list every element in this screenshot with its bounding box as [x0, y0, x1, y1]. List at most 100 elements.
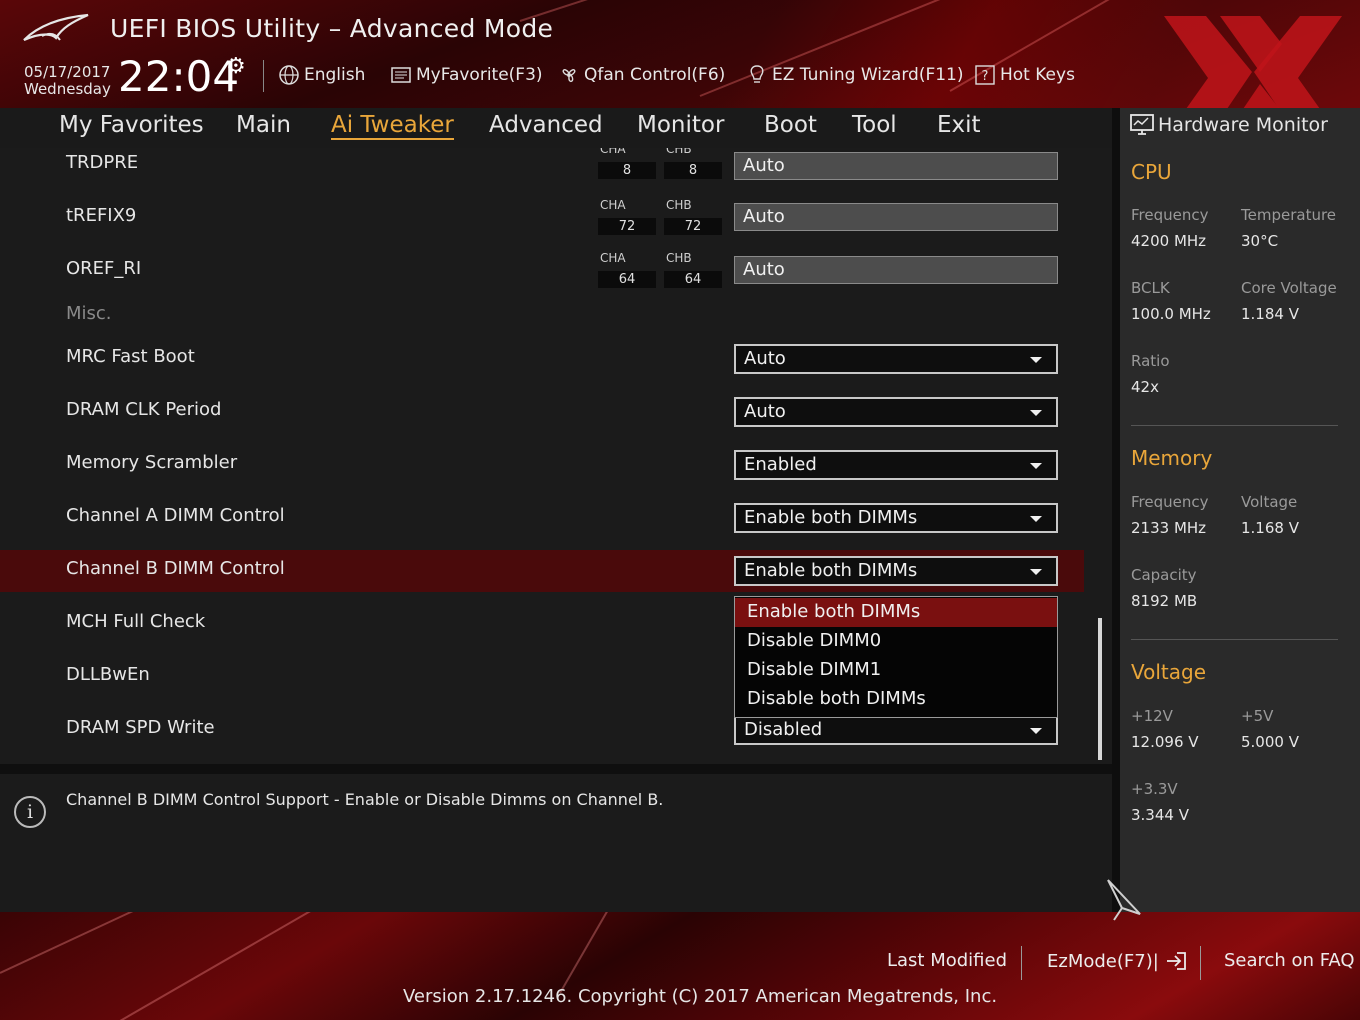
dropdown-option[interactable]: Disable both DIMMs — [735, 685, 1057, 714]
monitor-icon — [1130, 114, 1154, 135]
cha-readout: CHA 8 — [598, 148, 656, 180]
select-value: Auto — [744, 348, 786, 369]
weekday-text: Wednesday — [24, 80, 111, 98]
myfavorite-button[interactable]: MyFavorite(F3) — [390, 64, 543, 86]
hot-keys-button[interactable]: ? Hot Keys — [974, 64, 1075, 86]
capacity-label: Capacity — [1131, 566, 1197, 584]
fan-icon — [562, 69, 576, 82]
chb-readout: CHB 64 — [664, 251, 722, 289]
setting-label: tREFIX9 — [66, 205, 137, 226]
memory-voltage-value: 1.168 V — [1241, 519, 1299, 537]
qfan-control-button[interactable]: Qfan Control(F6) — [558, 64, 725, 86]
section-divider — [1131, 639, 1338, 640]
ratio-value: 42x — [1131, 378, 1159, 396]
tab-ai-tweaker[interactable]: Ai Tweaker — [331, 112, 454, 140]
cpu-frequency-value: 4200 MHz — [1131, 232, 1207, 250]
cpu-frequency-label: Frequency — [1131, 206, 1209, 224]
setting-row-channel-b-dimm-control[interactable]: Channel B DIMM Control Enable both DIMMs — [0, 550, 1084, 592]
favorite-list-icon — [391, 67, 411, 83]
help-info-panel: i Channel B DIMM Control Support - Enabl… — [0, 774, 1112, 912]
chevron-down-icon — [1030, 516, 1042, 522]
svg-text:?: ? — [982, 69, 989, 84]
chevron-down-icon — [1030, 463, 1042, 469]
memory-voltage-label: Voltage — [1241, 493, 1298, 511]
memory-frequency-label: Frequency — [1131, 493, 1209, 511]
setting-row-channel-a-dimm-control[interactable]: Channel A DIMM Control Enable both DIMMs — [0, 497, 1084, 539]
dram-clk-period-select[interactable]: Auto — [734, 397, 1058, 427]
footer-decor-streak — [0, 912, 237, 974]
select-value: Enable both DIMMs — [744, 507, 918, 528]
ez-tuning-wizard-button[interactable]: EZ Tuning Wizard(F11) — [746, 64, 964, 86]
setting-label: OREF_RI — [66, 258, 142, 279]
exit-arrow-icon — [1166, 952, 1186, 970]
ez-tuning-label: EZ Tuning Wizard(F11) — [772, 65, 964, 85]
tab-tool[interactable]: Tool — [852, 112, 897, 138]
setting-row-trdpre[interactable]: TRDPRE CHA 8 CHB 8 Auto — [0, 148, 1084, 184]
setting-label: TRDPRE — [66, 152, 139, 173]
header-bar: UEFI BIOS Utility – Advanced Mode 05/17/… — [0, 0, 1360, 108]
search-faq-button[interactable]: Search on FAQ — [1224, 950, 1355, 971]
tab-boot[interactable]: Boot — [764, 112, 817, 138]
oref-ri-input[interactable]: Auto — [734, 256, 1058, 284]
cpu-temperature-value: 30°C — [1241, 232, 1279, 250]
v5-value: 5.000 V — [1241, 733, 1299, 751]
tab-main[interactable]: Main — [236, 112, 291, 138]
header-decor-streak — [519, 0, 920, 22]
setting-label: Channel A DIMM Control — [66, 505, 285, 526]
tab-exit[interactable]: Exit — [937, 112, 981, 138]
trefix9-input[interactable]: Auto — [734, 203, 1058, 231]
tab-advanced[interactable]: Advanced — [489, 112, 603, 138]
version-copyright: Version 2.17.1246. Copyright (C) 2017 Am… — [403, 986, 998, 1007]
info-icon: i — [14, 796, 46, 828]
setting-row-mrc-fast-boot[interactable]: MRC Fast Boot Auto — [0, 338, 1084, 380]
setting-label: MRC Fast Boot — [66, 346, 195, 367]
language-button[interactable]: English — [278, 64, 365, 86]
watermark-logo-icon — [1164, 16, 1342, 108]
memory-scrambler-select[interactable]: Enabled — [734, 450, 1058, 480]
setting-row-trefix9[interactable]: tREFIX9 CHA 72 CHB 72 Auto — [0, 196, 1084, 238]
mouse-cursor-icon — [1107, 879, 1141, 921]
cha-value: 8 — [598, 162, 656, 179]
cha-caption: CHA — [600, 148, 626, 156]
lightbulb-icon — [750, 65, 764, 83]
chb-readout: CHB 72 — [664, 198, 722, 236]
v12-label: +12V — [1131, 707, 1173, 725]
last-modified-button[interactable]: Last Modified — [887, 950, 1007, 971]
chb-value: 72 — [664, 218, 722, 235]
setting-label: Memory Scrambler — [66, 452, 238, 473]
tab-monitor[interactable]: Monitor — [637, 112, 724, 138]
setting-row-memory-scrambler[interactable]: Memory Scrambler Enabled — [0, 444, 1084, 486]
channel-a-dimm-select[interactable]: Enable both DIMMs — [734, 503, 1058, 533]
ezmode-label: EzMode(F7)| — [1047, 950, 1159, 972]
settings-scrollbar[interactable] — [1098, 618, 1102, 760]
hardware-monitor-title: Hardware Monitor — [1158, 114, 1328, 136]
chb-caption: CHB — [666, 148, 692, 156]
dram-spd-write-select[interactable]: Disabled — [734, 715, 1058, 745]
app-title: UEFI BIOS Utility – Advanced Mode — [110, 14, 554, 43]
footer-separator — [1021, 946, 1022, 980]
settings-gear-icon[interactable]: ⚙ — [226, 54, 246, 79]
ezmode-button[interactable]: EzMode(F7)| — [1047, 950, 1187, 972]
date-display: 05/17/2017 Wednesday — [24, 64, 111, 98]
chevron-down-icon — [1030, 410, 1042, 416]
dropdown-option[interactable]: Disable DIMM1 — [735, 656, 1057, 685]
mrc-fast-boot-select[interactable]: Auto — [734, 344, 1058, 374]
question-icon: ? — [975, 65, 995, 85]
v12-value: 12.096 V — [1131, 733, 1199, 751]
tab-my-favorites[interactable]: My Favorites — [59, 112, 204, 138]
capacity-value: 8192 MB — [1131, 592, 1198, 610]
globe-icon — [279, 65, 299, 85]
channel-b-dimm-select[interactable]: Enable both DIMMs — [734, 556, 1058, 586]
select-value: Auto — [744, 401, 786, 422]
dropdown-option[interactable]: Disable DIMM0 — [735, 627, 1057, 656]
trdpre-input[interactable]: Auto — [734, 152, 1058, 180]
info-divider — [0, 764, 1112, 774]
v33-value: 3.344 V — [1131, 806, 1189, 824]
setting-row-oref-ri[interactable]: OREF_RI CHA 64 CHB 64 Auto — [0, 249, 1084, 291]
hardware-monitor-panel: Hardware Monitor CPU Frequency 4200 MHz … — [1120, 108, 1360, 912]
setting-row-dram-clk-period[interactable]: DRAM CLK Period Auto — [0, 391, 1084, 433]
dropdown-option[interactable]: Enable both DIMMs — [735, 598, 1057, 627]
language-label: English — [304, 65, 366, 85]
section-divider — [1131, 425, 1338, 426]
rog-logo-icon — [23, 13, 89, 42]
